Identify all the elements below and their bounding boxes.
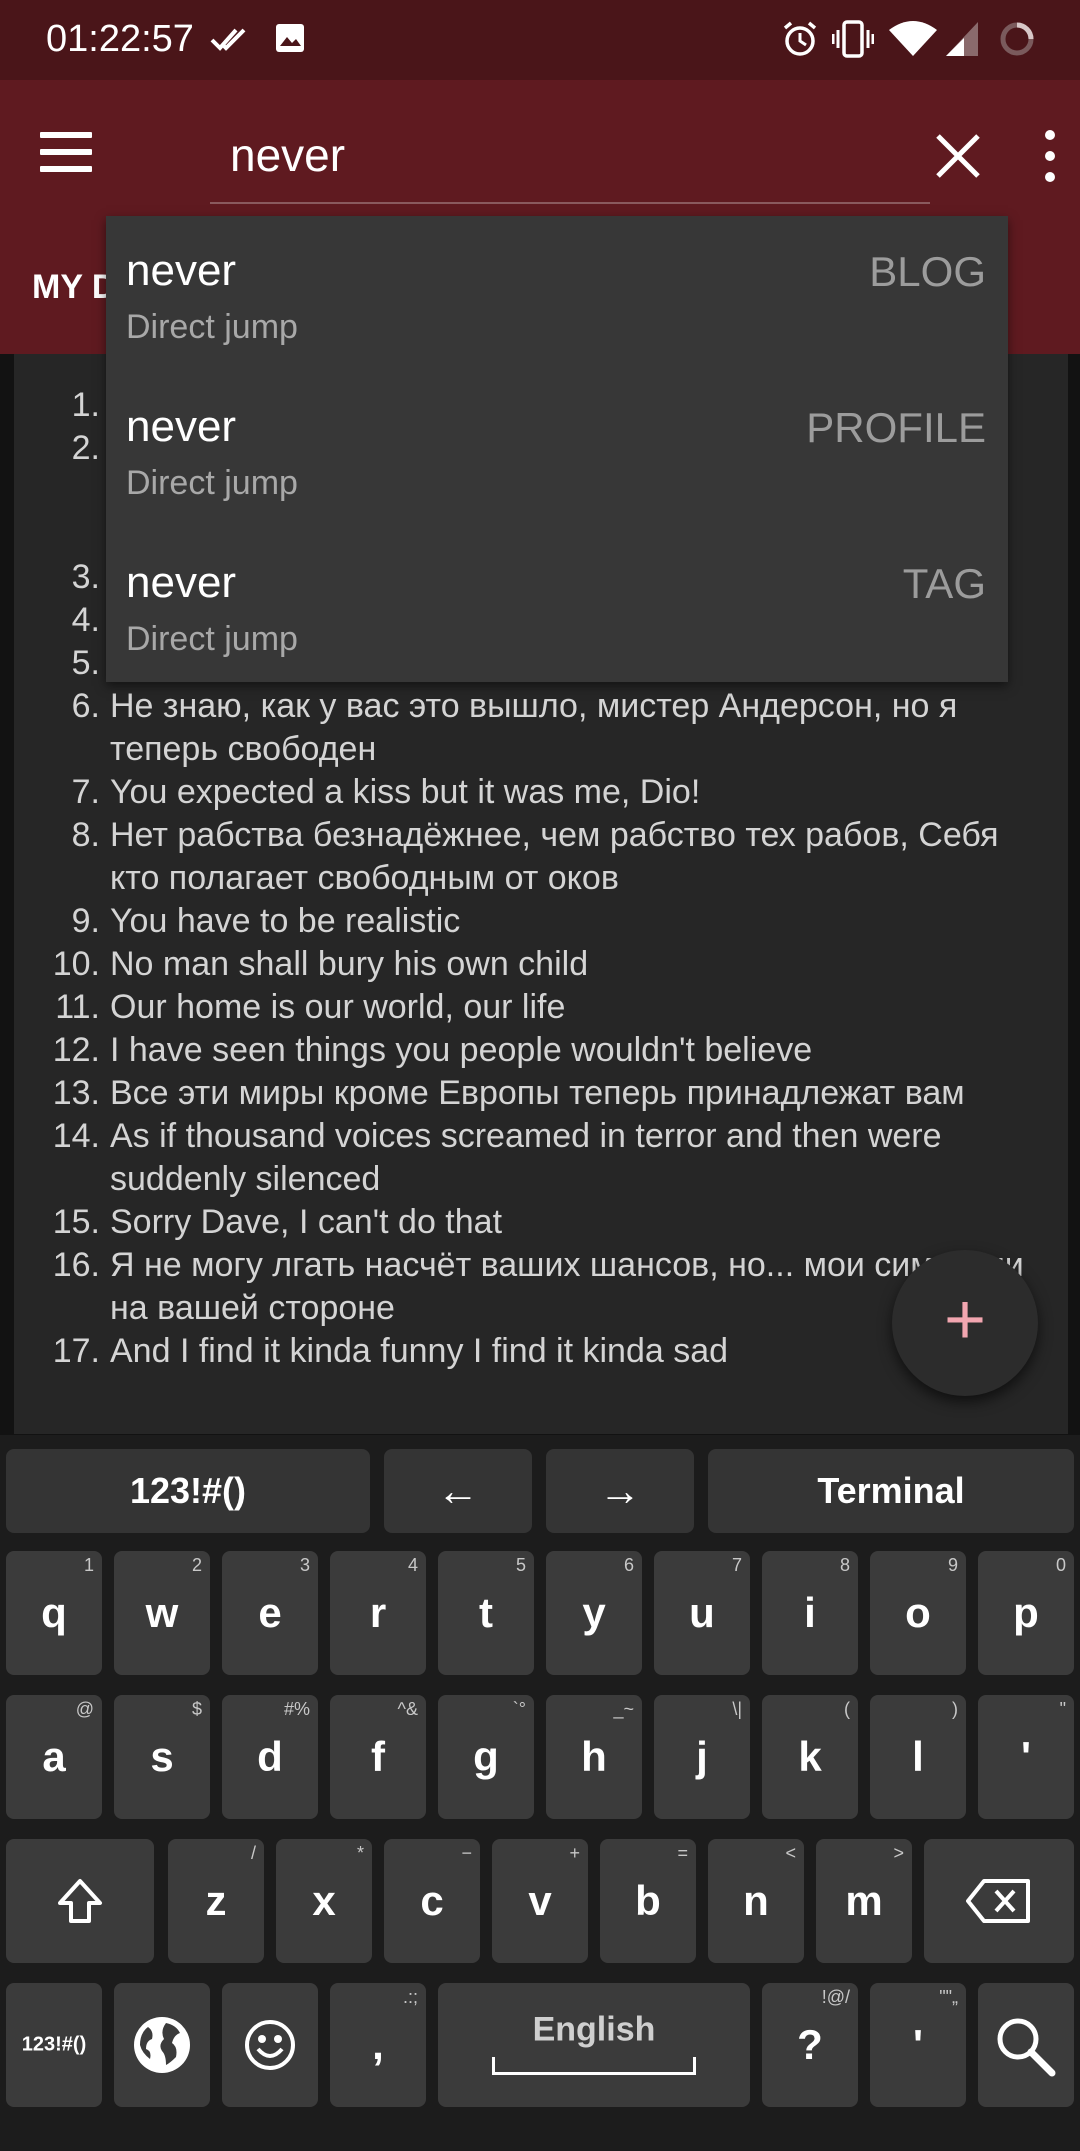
soft-keyboard: 123!#() ← → Terminal 1q 2w 3e 4r 5t 6y 7… [0,1435,1080,2151]
list-item: 7. You expected a kiss but it was me, Dio… [71,773,701,811]
key-t[interactable]: 5t [438,1551,534,1675]
key-x[interactable]: * x [276,1839,372,1963]
emoji-icon [245,2020,295,2070]
language-key[interactable] [114,1983,210,2107]
symbols-toggle-key[interactable]: 123!#() [6,1449,370,1533]
key-m[interactable]: > m [816,1839,912,1963]
globe-icon [134,2017,190,2073]
symbols-key[interactable]: 123!#() [6,1983,102,2107]
key-z[interactable]: / z [168,1839,264,1963]
list-item: 9. You have to be realistic [71,902,461,940]
space-bar-indicator [492,2057,696,2075]
terminal-key[interactable]: Terminal [708,1449,1074,1533]
list-item: 15. Sorry Dave, I can't do that [52,1203,503,1241]
plus-icon: + [943,1280,987,1360]
list-item: 13. Все эти миры кроме Европы теперь прин… [52,1074,965,1112]
suggestion-subtitle: Direct jump [126,308,298,346]
key-n[interactable]: < n [708,1839,804,1963]
vibrate-icon [832,20,874,58]
search-suggestions: never Direct jump BLOG never Direct jump… [106,216,1008,682]
list-item: 11. Our home is our world, our life [55,988,566,1026]
suggestion-title: never [126,558,237,607]
more-vert-icon [1045,130,1055,140]
key-o[interactable]: 9o [870,1551,966,1675]
suggestion-profile[interactable]: never Direct jump PROFILE [106,372,1008,528]
key-j[interactable]: \| j [654,1695,750,1819]
key-g[interactable]: `° g [438,1695,534,1819]
suggestion-blog[interactable]: never Direct jump BLOG [106,216,1008,372]
key-q[interactable]: 1q [6,1551,102,1675]
shift-key[interactable] [6,1839,154,1963]
tab-my-dashboard[interactable]: MY D [32,268,116,307]
key-f[interactable]: ^& f [330,1695,426,1819]
key-e[interactable]: 3e [222,1551,318,1675]
key-i[interactable]: 8i [762,1551,858,1675]
key-v[interactable]: + v [492,1839,588,1963]
key-c[interactable]: − c [384,1839,480,1963]
backspace-icon [966,1879,1030,1923]
backspace-key[interactable] [924,1839,1074,1963]
status-time: 01:22:57 [46,18,194,60]
apostrophe-key[interactable]: ""„ ' [870,1983,966,2107]
add-fab-button[interactable]: + [892,1250,1038,1396]
key-apostrophe[interactable]: " ' [978,1695,1074,1819]
key-h[interactable]: _~ h [546,1695,642,1819]
list-item: 14. As if thousand voices screamed in ter… [52,1117,942,1198]
key-r[interactable]: 4r [330,1551,426,1675]
suggestion-subtitle: Direct jump [126,464,298,502]
key-k[interactable]: (k [762,1695,858,1819]
space-key[interactable]: English [438,1983,750,2107]
signal-icon [946,22,978,56]
search-icon [997,2018,1056,2077]
done-all-icon [210,28,246,51]
arrow-right-icon: → [599,1467,641,1514]
emoji-key[interactable] [222,1983,318,2107]
list-item: 8. Нет рабства безнадёжнее, чем рабство т… [71,816,999,897]
key-p[interactable]: 0p [978,1551,1074,1675]
suggestion-title: never [126,402,237,451]
status-bar: 01:22:57 [0,0,1080,80]
shift-icon [58,1879,102,1923]
key-a[interactable]: @ a [6,1695,102,1819]
cursor-left-key[interactable]: ← [384,1449,532,1533]
list-item: 12. I have seen things you people wouldn'… [52,1031,813,1069]
key-s[interactable]: $ s [114,1695,210,1819]
alarm-icon [783,21,817,56]
key-l[interactable]: ) l [870,1695,966,1819]
suggestion-type: BLOG [869,248,986,295]
search-key[interactable] [978,1983,1074,2107]
key-b[interactable]: = b [600,1839,696,1963]
image-icon [276,24,304,52]
key-d[interactable]: #% d [222,1695,318,1819]
search-input[interactable] [210,120,930,204]
menu-icon [40,132,92,138]
suggestion-tag[interactable]: never Direct jump TAG [106,528,1008,684]
question-key[interactable]: !@/? [762,1983,858,2107]
arrow-left-icon: ← [437,1467,479,1514]
suggestion-title: never [126,246,237,295]
key-y[interactable]: 6y [546,1551,642,1675]
loading-icon [1000,22,1034,56]
wifi-icon [889,21,937,56]
suggestion-subtitle: Direct jump [126,620,298,658]
close-icon[interactable] [930,128,986,184]
overflow-menu-button[interactable] [1036,130,1064,190]
suggestion-type: PROFILE [806,404,986,451]
list-item: 10. No man shall bury his own child [52,945,589,983]
cursor-right-key[interactable]: → [546,1449,694,1533]
key-u[interactable]: 7u [654,1551,750,1675]
menu-button[interactable] [40,132,100,180]
list-item: 6. Не знаю, как у вас это вышло, мистер А… [71,687,958,768]
comma-key[interactable]: .:;, [330,1983,426,2107]
suggestion-type: TAG [902,560,986,607]
key-w[interactable]: 2w [114,1551,210,1675]
